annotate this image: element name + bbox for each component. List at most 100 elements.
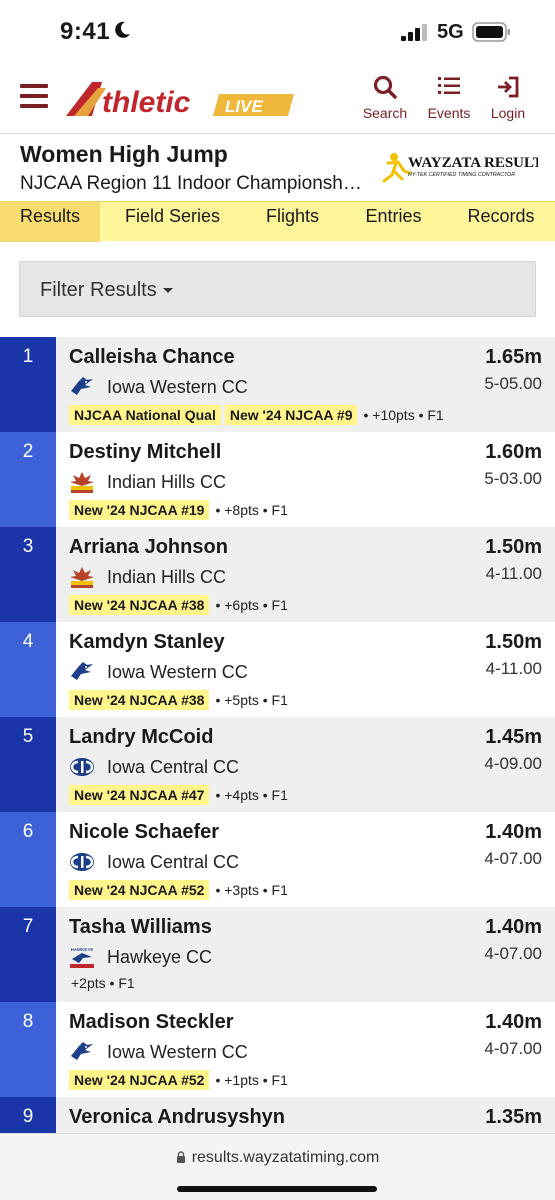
result-place: 6 — [0, 812, 56, 907]
event-subtitle: NJCAA Region 11 Indoor Championships — [20, 173, 365, 194]
result-row[interactable]: 2 Destiny Mitchell 1.60m 5-03.00 Indian Hill… — [0, 432, 555, 527]
search-button[interactable]: Search — [357, 74, 413, 126]
home-indicator[interactable] — [177, 1186, 377, 1192]
result-tags: +2pts • F1 — [69, 975, 135, 991]
team-info[interactable]: Iowa Central CC — [69, 850, 239, 874]
record-badge: New '24 NJCAA #52 — [69, 1070, 210, 1090]
result-tags: New '24 NJCAA #52 • +3pts • F1 — [69, 880, 288, 900]
team-info[interactable]: Iowa Central CC — [69, 755, 239, 779]
hawkeye-icon: HAWKEYE — [70, 947, 94, 968]
result-row[interactable]: 1 Calleisha Chance 1.65m 5-05.00 Iowa Wester… — [0, 337, 555, 432]
sponsor-logo-text: WAYZATA RESULTS — [408, 155, 538, 171]
result-place: 5 — [0, 717, 56, 812]
tab-flights[interactable]: Flights — [245, 202, 340, 242]
team-info[interactable]: HAWKEYE Hawkeye CC — [69, 945, 212, 969]
result-place: 2 — [0, 432, 56, 527]
tab-records[interactable]: Records — [447, 202, 555, 242]
result-mark: 1.45m — [485, 726, 542, 748]
result-mark-imperial: 4-07.00 — [484, 1039, 542, 1058]
result-mark: 1.65m — [485, 346, 542, 368]
result-mark-imperial: 4-11.00 — [485, 564, 542, 583]
result-mark-imperial: 5-05.00 — [484, 374, 542, 393]
result-row[interactable]: 4 Kamdyn Stanley 1.50m 4-11.00 Iowa Western … — [0, 622, 555, 717]
result-row[interactable]: 7 Tasha Williams 1.40m 4-07.00 HAWKEYE Hawkey… — [0, 907, 555, 1002]
result-row[interactable]: 8 Madison Steckler 1.40m 4-07.00 Iowa Wester… — [0, 1002, 555, 1097]
result-tags: New '24 NJCAA #47 • +4pts • F1 — [69, 785, 288, 805]
result-mark-imperial: 4-09.00 — [484, 754, 542, 773]
athlete-name[interactable]: Veronica Andrusyshyn — [69, 1106, 285, 1129]
login-button[interactable]: Login — [480, 74, 536, 126]
result-tags: New '24 NJCAA #52 • +1pts • F1 — [69, 1070, 288, 1090]
result-place: 1 — [0, 337, 56, 432]
sponsor-logo-subtext: HY-TEK CERTIFIED TIMING CONTRACTOR — [408, 172, 515, 178]
athlete-name[interactable]: Calleisha Chance — [69, 346, 235, 369]
reiver-icon — [71, 377, 93, 395]
athlete-name[interactable]: Kamdyn Stanley — [69, 631, 225, 654]
points-flight: • +10pts • F1 — [363, 407, 444, 423]
result-mark: 1.40m — [485, 1011, 542, 1033]
team-name: Indian Hills CC — [107, 471, 227, 492]
result-mark: 1.50m — [485, 536, 542, 558]
tab-entries[interactable]: Entries — [340, 202, 447, 242]
status-time: 9:41 — [60, 18, 111, 45]
record-badge: New '24 NJCAA #38 — [69, 595, 210, 615]
list-icon — [438, 77, 460, 94]
cellular-signal-icon — [401, 24, 427, 41]
points-flight: • +4pts • F1 — [215, 787, 288, 803]
result-mark-imperial: 4-07.00 — [484, 944, 542, 963]
tab-results[interactable]: Results — [0, 202, 100, 242]
result-place: 7 — [0, 907, 56, 1002]
points-flight: • +3pts • F1 — [215, 882, 288, 898]
points-flight: • +6pts • F1 — [215, 597, 288, 613]
team-info[interactable]: Iowa Western CC — [69, 660, 248, 684]
athletic-live-logo[interactable]: thletic LIVE — [62, 76, 297, 122]
reiver-icon — [71, 662, 93, 680]
athlete-name[interactable]: Madison Steckler — [69, 1011, 234, 1034]
team-info[interactable]: Indian Hills CC — [69, 565, 226, 589]
indian-hills-icon — [70, 567, 94, 588]
svg-text:HAWKEYE: HAWKEYE — [71, 947, 94, 952]
events-button[interactable]: Events — [421, 74, 477, 126]
record-badge: New '24 NJCAA #47 — [69, 785, 210, 805]
athlete-name[interactable]: Tasha Williams — [69, 916, 212, 939]
result-tags: New '24 NJCAA #19 • +8pts • F1 — [69, 500, 288, 520]
tab-field-series[interactable]: Field Series — [100, 202, 245, 242]
result-mark-imperial: 4-07.00 — [484, 849, 542, 868]
menu-icon[interactable] — [20, 84, 48, 108]
points-flight: • +1pts • F1 — [215, 1072, 288, 1088]
team-name: Iowa Western CC — [107, 376, 248, 397]
svg-text:thletic: thletic — [102, 86, 191, 119]
athlete-name[interactable]: Nicole Schaefer — [69, 821, 219, 844]
result-row[interactable]: 6 Nicole Schaefer 1.40m 4-07.00 Iowa Central… — [0, 812, 555, 907]
result-row[interactable]: 5 Landry McCoid 1.45m 4-09.00 Iowa Central C… — [0, 717, 555, 812]
record-badge: New '24 NJCAA #52 — [69, 880, 210, 900]
team-info[interactable]: Iowa Western CC — [69, 375, 248, 399]
team-name: Iowa Central CC — [107, 756, 240, 777]
team-info[interactable]: Iowa Western CC — [69, 1040, 248, 1064]
login-icon — [498, 76, 519, 98]
event-title: Women High Jump — [20, 141, 228, 167]
browser-url-bar[interactable]: results.wayzatatiming.com — [0, 1133, 555, 1200]
record-badge: NJCAA National Qual — [69, 405, 221, 425]
status-bar: 9:41 5G — [0, 0, 555, 62]
moon-icon — [115, 21, 130, 38]
athlete-name[interactable]: Arriana Johnson — [69, 536, 228, 559]
athlete-name[interactable]: Landry McCoid — [69, 726, 213, 749]
result-tags: New '24 NJCAA #38 • +6pts • F1 — [69, 595, 288, 615]
filter-label: Filter Results — [40, 279, 157, 301]
event-header: Women High Jump NJCAA Region 11 Indoor C… — [0, 135, 555, 201]
result-place: 8 — [0, 1002, 56, 1097]
iowa-central-icon — [70, 758, 94, 776]
record-badge: New '24 NJCAA #38 — [69, 690, 210, 710]
team-name: Indian Hills CC — [107, 566, 227, 587]
network-type: 5G — [437, 21, 464, 43]
results-list: 1 Calleisha Chance 1.65m 5-05.00 Iowa Wester… — [0, 337, 555, 1192]
filter-results-dropdown[interactable]: Filter Results — [19, 261, 536, 317]
result-row[interactable]: 3 Arriana Johnson 1.50m 4-11.00 Indian Hills… — [0, 527, 555, 622]
athlete-name[interactable]: Destiny Mitchell — [69, 441, 221, 464]
reiver-icon — [71, 1042, 93, 1060]
app-header: thletic LIVE Search Events Login — [0, 62, 555, 134]
result-mark: 1.40m — [485, 821, 542, 843]
team-info[interactable]: Indian Hills CC — [69, 470, 226, 494]
result-mark-imperial: 4-11.00 — [485, 659, 542, 678]
